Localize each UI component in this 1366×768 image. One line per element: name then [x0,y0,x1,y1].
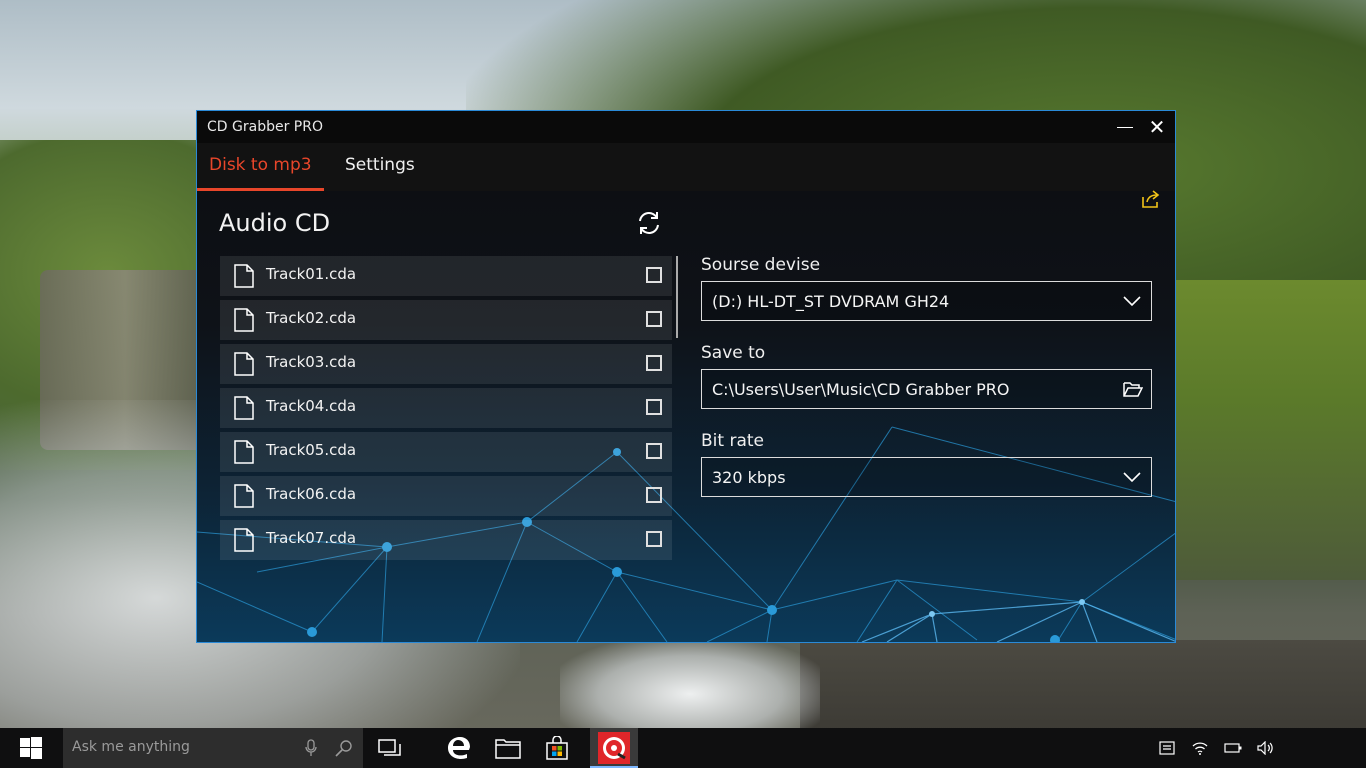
file-icon [234,308,254,332]
task-view-icon [378,739,401,756]
title-bar[interactable]: CD Grabber PRO ✕ [197,111,1175,143]
save-to-label: Save to [701,343,766,363]
track-checkbox[interactable] [646,531,662,547]
edge-browser-button[interactable] [435,728,483,768]
store-button[interactable] [533,728,581,768]
track-checkbox[interactable] [646,267,662,283]
bit-rate-select[interactable]: 320 kbps [701,457,1152,497]
search-icon[interactable] [335,739,353,757]
source-device-label: Sourse devise [701,255,821,275]
file-icon [234,440,254,464]
track-checkbox[interactable] [646,355,662,371]
cd-grabber-taskbar-button[interactable] [590,728,638,768]
folder-icon [495,739,521,759]
microphone-icon[interactable] [305,739,317,757]
file-explorer-button[interactable] [484,728,532,768]
list-item[interactable]: Track02.cda [220,300,672,340]
tab-bar: Disk to mp3 Settings [197,143,1175,208]
chevron-down-icon [1123,472,1141,483]
track-list-scrollbar[interactable] [676,256,678,338]
source-device-value: (D:) HL-DT_ST DVDRAM GH24 [712,292,950,311]
action-center-button[interactable] [1151,728,1183,768]
file-icon [234,528,254,552]
save-to-field[interactable]: C:\Users\User\Music\CD Grabber PRO [701,369,1152,409]
windows-logo-icon [20,737,42,759]
wallpaper-waterfall [560,640,820,728]
list-item[interactable]: Track04.cda [220,388,672,428]
refresh-icon[interactable] [635,209,663,237]
track-name: Track04.cda [266,397,357,415]
list-item[interactable]: Track07.cda [220,520,672,560]
list-item[interactable]: Track06.cda [220,476,672,516]
bit-rate-value: 320 kbps [712,468,786,487]
minimize-button[interactable] [1109,111,1141,143]
tab-disk-to-mp3[interactable]: Disk to mp3 [197,143,324,191]
search-placeholder: Ask me anything [72,739,190,755]
save-to-path: C:\Users\User\Music\CD Grabber PRO [712,380,1010,399]
list-item[interactable]: Track05.cda [220,432,672,472]
cd-grabber-app-icon [598,732,630,764]
page-title: Audio CD [219,209,331,237]
wallpaper-greens [1166,280,1366,580]
wallpaper-rocks [800,640,1366,728]
chevron-down-icon [1123,296,1141,307]
window-title: CD Grabber PRO [207,119,323,135]
start-button[interactable] [0,728,62,768]
track-name: Track03.cda [266,353,357,371]
track-name: Track05.cda [266,441,357,459]
file-icon [234,396,254,420]
track-name: Track07.cda [266,529,357,547]
store-icon [546,736,568,760]
bit-rate-label: Bit rate [701,431,764,451]
battery-button[interactable] [1217,728,1249,768]
source-device-select[interactable]: (D:) HL-DT_ST DVDRAM GH24 [701,281,1152,321]
track-checkbox[interactable] [646,443,662,459]
track-name: Track02.cda [266,309,357,327]
file-icon [234,352,254,376]
app-window: CD Grabber PRO ✕ Disk to mp3 Settings Au… [196,110,1176,643]
track-checkbox[interactable] [646,487,662,503]
edge-icon [448,737,470,759]
close-button[interactable]: ✕ [1141,111,1173,143]
file-icon [234,264,254,288]
list-item[interactable]: Track03.cda [220,344,672,384]
track-name: Track06.cda [266,485,357,503]
task-view-button[interactable] [366,728,414,768]
track-checkbox[interactable] [646,399,662,415]
close-icon: ✕ [1148,115,1166,139]
wifi-icon [1192,742,1208,755]
wifi-button[interactable] [1184,728,1216,768]
track-name: Track01.cda [266,265,357,283]
list-item[interactable]: Track01.cda [220,256,672,296]
tab-settings[interactable]: Settings [333,143,427,191]
speaker-icon [1257,741,1273,755]
notification-icon [1159,741,1175,755]
folder-open-icon[interactable] [1123,380,1143,398]
taskbar: Ask me anything [0,728,1366,768]
volume-button[interactable] [1250,728,1282,768]
search-box[interactable]: Ask me anything [63,728,363,768]
file-icon [234,484,254,508]
minimize-icon [1117,126,1133,128]
battery-icon [1224,743,1242,753]
track-checkbox[interactable] [646,311,662,327]
share-icon[interactable] [1141,189,1161,209]
track-list: Track01.cda Track02.cda Track03.cda Trac… [220,256,672,564]
